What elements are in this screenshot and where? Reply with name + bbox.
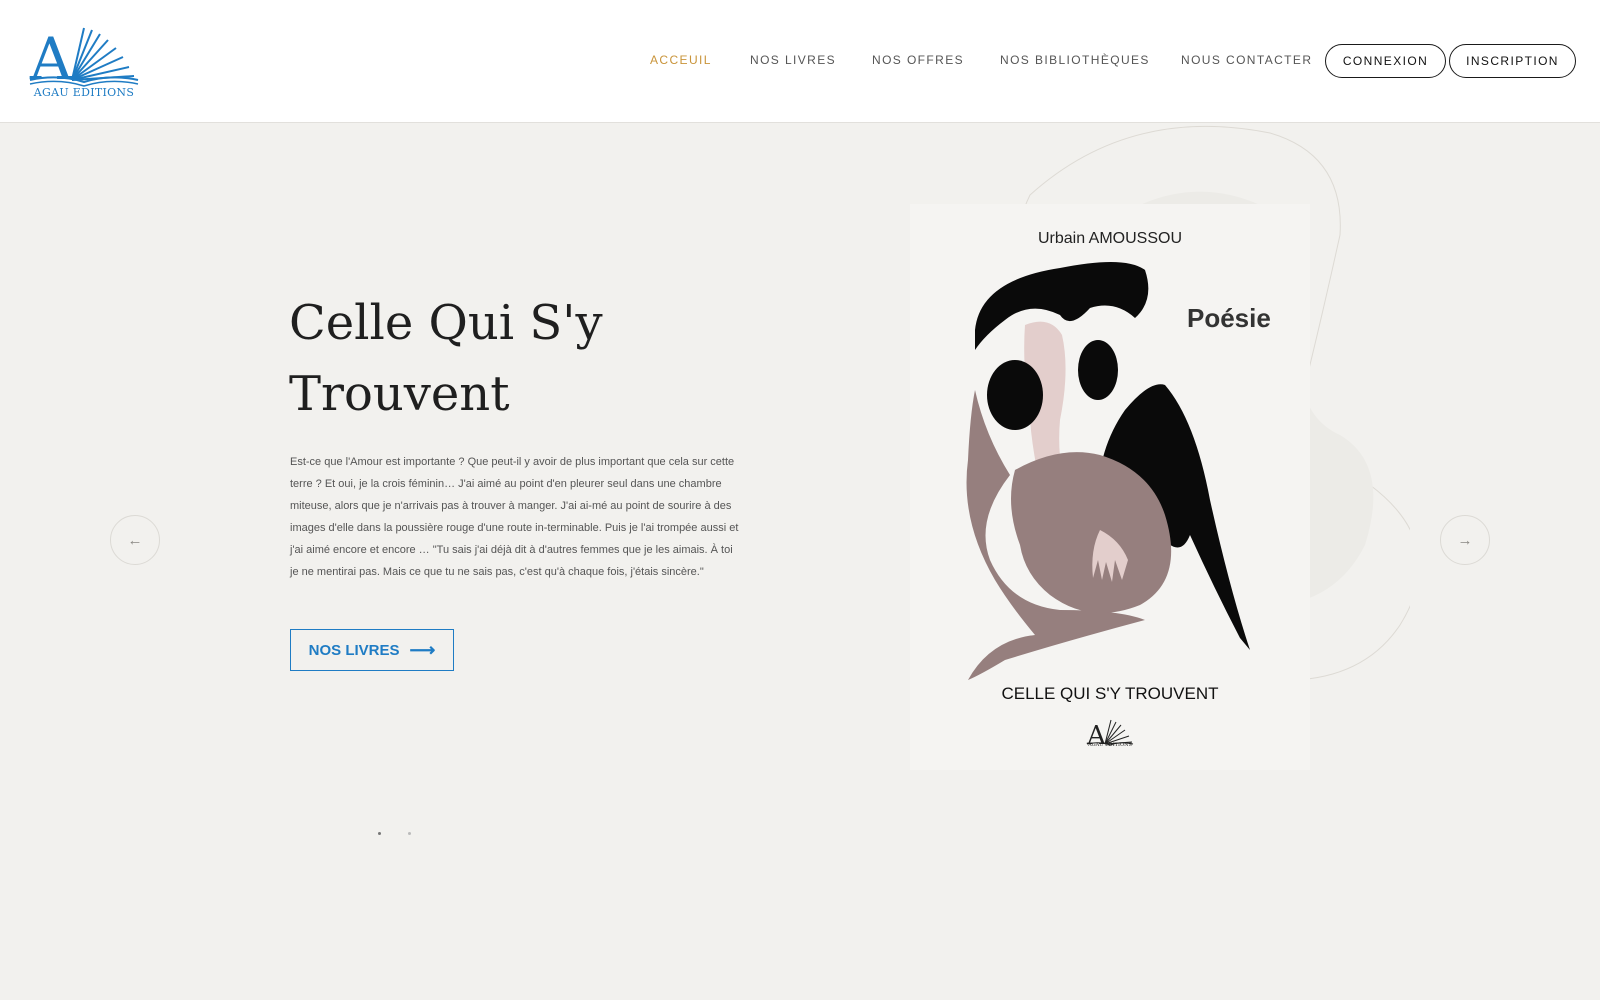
hero-title-line-1: Celle Qui S'y: [289, 295, 603, 351]
arrow-left-icon: ←: [127, 531, 143, 549]
connexion-button[interactable]: CONNEXION: [1325, 44, 1446, 78]
nav-item-nos-offres[interactable]: NOS OFFRES: [872, 53, 964, 67]
nos-livres-cta-button[interactable]: NOS LIVRES ⟶: [290, 629, 454, 671]
cover-publisher-name: AGAU EDITIONS: [1088, 742, 1132, 748]
slider-dot-1[interactable]: [378, 832, 381, 835]
hero-description: Est-ce que l'Amour est importante ? Que …: [290, 456, 739, 578]
nav-item-nos-bibliotheques[interactable]: NOS BIBLIOTHÈQUES: [1000, 53, 1150, 67]
main-nav: ACCEUIL NOS LIVRES NOS OFFRES NOS BIBLIO…: [0, 0, 1600, 123]
nav-item-nous-contacter[interactable]: NOUS CONTACTER: [1181, 53, 1312, 67]
cover-genre: Poésie: [1187, 303, 1271, 333]
nav-item-acceuil[interactable]: ACCEUIL: [650, 53, 712, 67]
site-header: A AGAU EDITIONS ACCEUIL NOS LIVRES NOS O…: [0, 0, 1600, 123]
hero-title: Celle Qui S'y Trouvent: [289, 288, 749, 430]
slider-next-button[interactable]: →: [1440, 515, 1490, 565]
hero-title-line-2: Trouvent: [289, 366, 510, 422]
cover-title: CELLE QUI S'Y TROUVENT: [1001, 684, 1219, 703]
arrow-right-icon: ⟶: [409, 640, 436, 660]
book-cover[interactable]: Urbain AMOUSSOU Poésie CELLE QUI S'Y TRO…: [910, 204, 1310, 770]
slider-prev-button[interactable]: ←: [110, 515, 160, 565]
arrow-right-icon: →: [1457, 531, 1473, 549]
inscription-button[interactable]: INSCRIPTION: [1449, 44, 1576, 78]
cta-label: NOS LIVRES: [308, 641, 400, 659]
slider-dot-2[interactable]: [408, 832, 411, 835]
nav-item-nos-livres[interactable]: NOS LIVRES: [750, 53, 836, 67]
cover-author: Urbain AMOUSSOU: [1037, 230, 1183, 247]
